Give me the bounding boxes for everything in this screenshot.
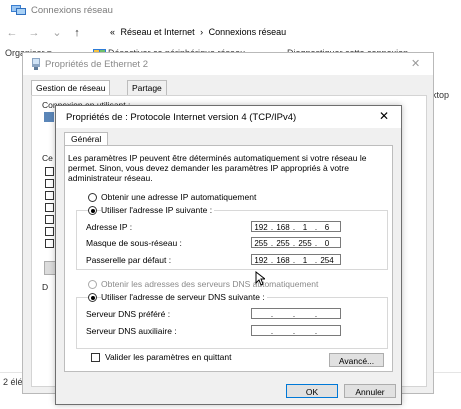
static-dns-radio[interactable] <box>88 293 97 302</box>
ethernet-dialog-title: Propriétés de Ethernet 2 <box>45 59 148 70</box>
up-arrow-icon[interactable]: ↑ <box>70 26 84 40</box>
ip-octet-1: 192 <box>254 223 268 232</box>
gateway-octet-4: 254 <box>320 256 334 265</box>
ip-octet-2: 168 <box>276 223 290 232</box>
component-checkbox[interactable] <box>45 167 54 176</box>
mask-octet-3: 255 <box>298 239 312 248</box>
octet-separator: . <box>270 327 274 336</box>
mask-octet-4: 0 <box>324 239 330 248</box>
auto-dns-label[interactable]: Obtenir les adresses des serveurs DNS au… <box>101 279 318 289</box>
auto-ip-radio[interactable] <box>88 193 97 202</box>
validate-on-exit-label[interactable]: Valider les paramètres en quittant <box>105 352 231 362</box>
static-ip-label[interactable]: Utiliser l'adresse IP suivante : <box>101 205 215 215</box>
breadcrumb-separator: › <box>200 27 204 37</box>
ethernet-close-icon[interactable]: ✕ <box>411 57 420 70</box>
explorer-nav-bar: ← → ⌄ ↑ « Réseau et Internet › Connexion… <box>0 22 461 59</box>
recent-dropdown-icon[interactable]: ⌄ <box>50 26 64 40</box>
ipv4-dialog-title: Propriétés de : Protocole Internet versi… <box>66 112 297 123</box>
mask-octet-2: 255 <box>276 239 290 248</box>
back-arrow-icon[interactable]: ← <box>5 26 19 40</box>
ip-address-field[interactable]: 192 . 168 . 1 . 6 <box>251 221 341 232</box>
static-dns-label[interactable]: Utiliser l'adresse de serveur DNS suivan… <box>101 292 267 302</box>
static-ip-radio[interactable] <box>88 206 97 215</box>
preferred-dns-label: Serveur DNS préféré : <box>86 309 171 319</box>
tab-networking[interactable]: Gestion de réseau <box>31 80 111 96</box>
gateway-label: Passerelle par défaut : <box>86 255 172 265</box>
close-icon[interactable]: ✕ <box>379 109 389 123</box>
ethernet-adapter-icon <box>32 58 40 70</box>
auto-ip-label[interactable]: Obtenir une adresse IP automatiquement <box>101 192 256 202</box>
validate-on-exit-checkbox[interactable] <box>91 353 100 362</box>
component-checkbox[interactable] <box>45 227 54 236</box>
octet-separator: . <box>292 310 296 319</box>
ethernet-titlebar: Propriétés de Ethernet 2 ✕ <box>23 53 433 75</box>
tab-general[interactable]: Général <box>64 132 109 146</box>
description-label: D <box>42 282 49 292</box>
alternate-dns-field[interactable]: . . . <box>251 325 341 336</box>
alternate-dns-label: Serveur DNS auxiliaire : <box>86 326 177 336</box>
component-checkbox[interactable] <box>45 203 54 212</box>
breadcrumb-overflow[interactable]: « <box>110 27 115 37</box>
ip-octet-3: 1 <box>302 223 308 232</box>
auto-dns-radio[interactable] <box>88 280 97 289</box>
components-label: Ce <box>42 153 53 163</box>
forward-arrow-icon[interactable]: → <box>27 26 41 40</box>
cancel-button[interactable]: Annuler <box>344 384 396 398</box>
subnet-mask-label: Masque de sous-réseau : <box>86 238 182 248</box>
advanced-button[interactable]: Avancé... <box>329 353 384 367</box>
explorer-title: Connexions réseau <box>31 5 113 16</box>
ipv4-titlebar: Propriétés de : Protocole Internet versi… <box>56 106 401 128</box>
static-dns-group <box>76 297 388 349</box>
breadcrumb-item-network[interactable]: Réseau et Internet <box>121 27 195 37</box>
octet-separator: . <box>314 310 318 319</box>
gateway-field[interactable]: 192 . 168 . 1 . 254 <box>251 254 341 265</box>
ip-address-label: Adresse IP : <box>86 222 133 232</box>
gateway-octet-2: 168 <box>276 256 290 265</box>
component-checkbox[interactable] <box>45 179 54 188</box>
ok-button[interactable]: OK <box>286 384 338 398</box>
component-checkbox[interactable] <box>45 215 54 224</box>
gateway-octet-1: 192 <box>254 256 268 265</box>
ip-settings-description: Les paramètres IP peuvent être déterminé… <box>68 153 367 183</box>
subnet-mask-field[interactable]: 255 . 255 . 255 . 0 <box>251 237 341 248</box>
explorer-titlebar: Connexions réseau <box>0 0 461 22</box>
octet-separator: . <box>292 327 296 336</box>
ip-octet-4: 6 <box>324 223 330 232</box>
component-checkbox[interactable] <box>45 239 54 248</box>
octet-separator: . <box>270 310 274 319</box>
ipv4-properties-dialog: Propriétés de : Protocole Internet versi… <box>55 105 402 405</box>
gateway-octet-3: 1 <box>302 256 308 265</box>
mouse-cursor-icon <box>255 271 265 286</box>
breadcrumb-item-connections[interactable]: Connexions réseau <box>209 27 287 37</box>
mask-octet-1: 255 <box>254 239 268 248</box>
octet-separator: . <box>314 327 318 336</box>
address-breadcrumb[interactable]: « Réseau et Internet › Connexions réseau <box>110 27 286 37</box>
explorer-partial-label: ktop <box>432 90 450 100</box>
preferred-dns-field[interactable]: . . . <box>251 308 341 319</box>
adapter-icon <box>44 112 54 122</box>
component-checkbox[interactable] <box>45 191 54 200</box>
tab-sharing[interactable]: Partage <box>127 80 167 96</box>
network-connections-icon <box>11 5 26 15</box>
